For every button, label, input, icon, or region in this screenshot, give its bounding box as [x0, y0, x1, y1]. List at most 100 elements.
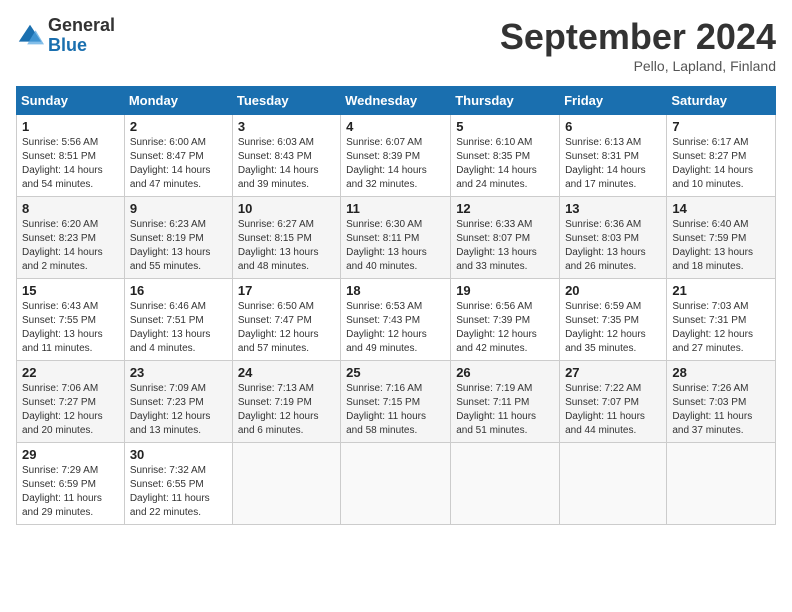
calendar-cell: 11 Sunrise: 6:30 AM Sunset: 8:11 PM Dayli… — [341, 197, 451, 279]
day-number: 18 — [346, 283, 445, 298]
day-number: 30 — [130, 447, 227, 462]
day-info: Sunrise: 6:59 AM Sunset: 7:35 PM Dayligh… — [565, 300, 661, 356]
logo-general: General — [48, 16, 115, 36]
day-number: 14 — [672, 201, 770, 216]
title-block: September 2024 Pello, Lapland, Finland — [500, 16, 776, 74]
day-number: 17 — [238, 283, 335, 298]
day-info: Sunrise: 7:32 AM Sunset: 6:55 PM Dayligh… — [130, 464, 227, 520]
day-header-tuesday: Tuesday — [232, 87, 340, 115]
day-number: 22 — [22, 365, 119, 380]
calendar-cell: 6 Sunrise: 6:13 AM Sunset: 8:31 PM Daylig… — [560, 115, 667, 197]
calendar-cell — [451, 443, 560, 525]
day-info: Sunrise: 7:13 AM Sunset: 7:19 PM Dayligh… — [238, 382, 335, 438]
day-number: 1 — [22, 119, 119, 134]
calendar-cell: 10 Sunrise: 6:27 AM Sunset: 8:15 PM Dayli… — [232, 197, 340, 279]
calendar-cell: 26Sunrise: 7:19 AM Sunset: 7:11 PM Dayli… — [451, 361, 560, 443]
calendar-week-row: 29 Sunrise: 7:29 AM Sunset: 6:59 PM Dayli… — [17, 443, 776, 525]
calendar-cell: 3 Sunrise: 6:03 AM Sunset: 8:43 PM Daylig… — [232, 115, 340, 197]
calendar-cell: 5 Sunrise: 6:10 AM Sunset: 8:35 PM Daylig… — [451, 115, 560, 197]
calendar-cell — [560, 443, 667, 525]
day-info: Sunrise: 6:13 AM Sunset: 8:31 PM Dayligh… — [565, 136, 661, 192]
day-info: Sunrise: 6:23 AM Sunset: 8:19 PM Dayligh… — [130, 218, 227, 274]
calendar-cell — [341, 443, 451, 525]
day-header-monday: Monday — [124, 87, 232, 115]
calendar-cell: 19Sunrise: 6:56 AM Sunset: 7:39 PM Dayli… — [451, 279, 560, 361]
day-info: Sunrise: 6:03 AM Sunset: 8:43 PM Dayligh… — [238, 136, 335, 192]
calendar-cell: 7 Sunrise: 6:17 AM Sunset: 8:27 PM Daylig… — [667, 115, 776, 197]
day-number: 23 — [130, 365, 227, 380]
day-number: 4 — [346, 119, 445, 134]
day-number: 27 — [565, 365, 661, 380]
day-info: Sunrise: 6:53 AM Sunset: 7:43 PM Dayligh… — [346, 300, 445, 356]
day-number: 12 — [456, 201, 554, 216]
calendar-week-row: 1 Sunrise: 5:56 AM Sunset: 8:51 PM Daylig… — [17, 115, 776, 197]
calendar-cell: 24 Sunrise: 7:13 AM Sunset: 7:19 PM Dayli… — [232, 361, 340, 443]
day-info: Sunrise: 6:50 AM Sunset: 7:47 PM Dayligh… — [238, 300, 335, 356]
day-info: Sunrise: 7:03 AM Sunset: 7:31 PM Dayligh… — [672, 300, 770, 356]
day-info: Sunrise: 5:56 AM Sunset: 8:51 PM Dayligh… — [22, 136, 119, 192]
day-info: Sunrise: 6:27 AM Sunset: 8:15 PM Dayligh… — [238, 218, 335, 274]
day-number: 10 — [238, 201, 335, 216]
calendar-cell: 28 Sunrise: 7:26 AM Sunset: 7:03 PM Dayli… — [667, 361, 776, 443]
calendar-cell — [667, 443, 776, 525]
day-number: 6 — [565, 119, 661, 134]
calendar-cell: 16Sunrise: 6:46 AM Sunset: 7:51 PM Dayli… — [124, 279, 232, 361]
calendar-cell: 21Sunrise: 7:03 AM Sunset: 7:31 PM Dayli… — [667, 279, 776, 361]
day-info: Sunrise: 6:40 AM Sunset: 7:59 PM Dayligh… — [672, 218, 770, 274]
calendar-cell: 13Sunrise: 6:36 AM Sunset: 8:03 PM Dayli… — [560, 197, 667, 279]
day-number: 5 — [456, 119, 554, 134]
location: Pello, Lapland, Finland — [500, 58, 776, 74]
calendar-cell: 20Sunrise: 6:59 AM Sunset: 7:35 PM Dayli… — [560, 279, 667, 361]
day-header-saturday: Saturday — [667, 87, 776, 115]
day-number: 15 — [22, 283, 119, 298]
calendar-table: SundayMondayTuesdayWednesdayThursdayFrid… — [16, 86, 776, 525]
calendar-cell: 18 Sunrise: 6:53 AM Sunset: 7:43 PM Dayli… — [341, 279, 451, 361]
day-info: Sunrise: 7:29 AM Sunset: 6:59 PM Dayligh… — [22, 464, 119, 520]
day-header-sunday: Sunday — [17, 87, 125, 115]
logo: General Blue — [16, 16, 115, 56]
day-number: 24 — [238, 365, 335, 380]
day-number: 26 — [456, 365, 554, 380]
calendar-cell: 1 Sunrise: 5:56 AM Sunset: 8:51 PM Daylig… — [17, 115, 125, 197]
day-number: 2 — [130, 119, 227, 134]
calendar-cell: 27Sunrise: 7:22 AM Sunset: 7:07 PM Dayli… — [560, 361, 667, 443]
logo-blue: Blue — [48, 36, 115, 56]
day-number: 11 — [346, 201, 445, 216]
day-number: 3 — [238, 119, 335, 134]
day-info: Sunrise: 6:43 AM Sunset: 7:55 PM Dayligh… — [22, 300, 119, 356]
calendar-week-row: 15 Sunrise: 6:43 AM Sunset: 7:55 PM Dayli… — [17, 279, 776, 361]
day-info: Sunrise: 6:56 AM Sunset: 7:39 PM Dayligh… — [456, 300, 554, 356]
day-header-thursday: Thursday — [451, 87, 560, 115]
calendar-cell — [232, 443, 340, 525]
calendar-cell: 2 Sunrise: 6:00 AM Sunset: 8:47 PM Daylig… — [124, 115, 232, 197]
day-info: Sunrise: 6:17 AM Sunset: 8:27 PM Dayligh… — [672, 136, 770, 192]
calendar-week-row: 8Sunrise: 6:20 AM Sunset: 8:23 PM Daylig… — [17, 197, 776, 279]
day-info: Sunrise: 6:07 AM Sunset: 8:39 PM Dayligh… — [346, 136, 445, 192]
page-header: General Blue September 2024 Pello, Lapla… — [16, 16, 776, 74]
day-info: Sunrise: 6:46 AM Sunset: 7:51 PM Dayligh… — [130, 300, 227, 356]
day-header-wednesday: Wednesday — [341, 87, 451, 115]
calendar-cell: 15 Sunrise: 6:43 AM Sunset: 7:55 PM Dayli… — [17, 279, 125, 361]
calendar-cell: 12Sunrise: 6:33 AM Sunset: 8:07 PM Dayli… — [451, 197, 560, 279]
calendar-cell: 25 Sunrise: 7:16 AM Sunset: 7:15 PM Dayli… — [341, 361, 451, 443]
day-info: Sunrise: 6:36 AM Sunset: 8:03 PM Dayligh… — [565, 218, 661, 274]
day-number: 7 — [672, 119, 770, 134]
day-info: Sunrise: 7:09 AM Sunset: 7:23 PM Dayligh… — [130, 382, 227, 438]
calendar-cell: 22Sunrise: 7:06 AM Sunset: 7:27 PM Dayli… — [17, 361, 125, 443]
day-number: 8 — [22, 201, 119, 216]
calendar-cell: 4 Sunrise: 6:07 AM Sunset: 8:39 PM Daylig… — [341, 115, 451, 197]
day-number: 29 — [22, 447, 119, 462]
day-info: Sunrise: 7:16 AM Sunset: 7:15 PM Dayligh… — [346, 382, 445, 438]
day-number: 25 — [346, 365, 445, 380]
day-number: 28 — [672, 365, 770, 380]
day-info: Sunrise: 6:00 AM Sunset: 8:47 PM Dayligh… — [130, 136, 227, 192]
calendar-cell: 29 Sunrise: 7:29 AM Sunset: 6:59 PM Dayli… — [17, 443, 125, 525]
calendar-cell: 30 Sunrise: 7:32 AM Sunset: 6:55 PM Dayli… — [124, 443, 232, 525]
calendar-cell: 9Sunrise: 6:23 AM Sunset: 8:19 PM Daylig… — [124, 197, 232, 279]
calendar-header-row: SundayMondayTuesdayWednesdayThursdayFrid… — [17, 87, 776, 115]
day-info: Sunrise: 6:10 AM Sunset: 8:35 PM Dayligh… — [456, 136, 554, 192]
day-info: Sunrise: 6:30 AM Sunset: 8:11 PM Dayligh… — [346, 218, 445, 274]
calendar-cell: 23 Sunrise: 7:09 AM Sunset: 7:23 PM Dayli… — [124, 361, 232, 443]
month-title: September 2024 — [500, 16, 776, 58]
day-info: Sunrise: 7:26 AM Sunset: 7:03 PM Dayligh… — [672, 382, 770, 438]
